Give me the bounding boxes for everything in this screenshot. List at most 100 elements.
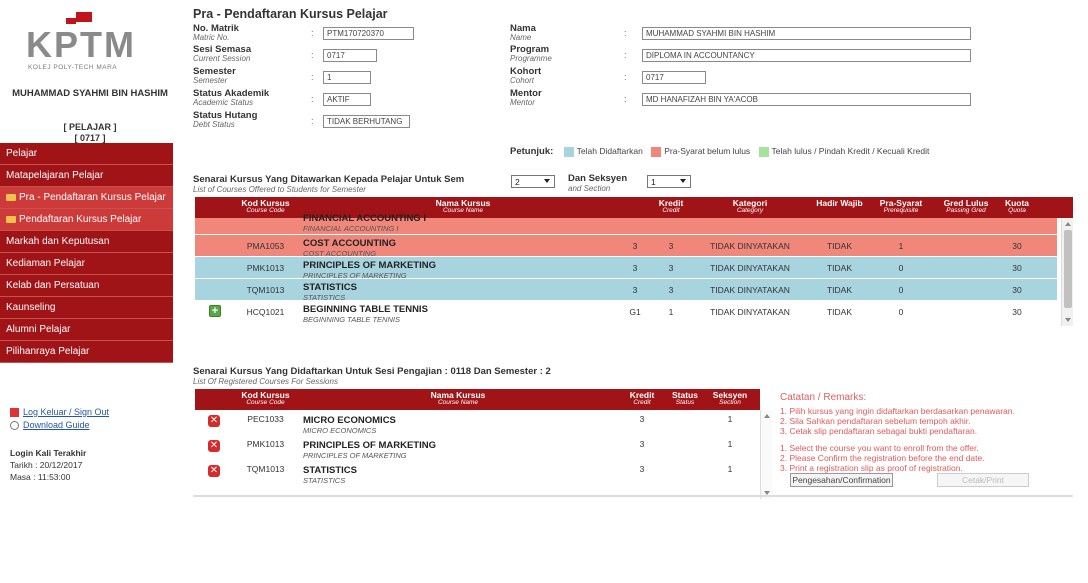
sidebar-item-markah[interactable]: Markah dan Keputusan	[0, 231, 173, 253]
table-row[interactable]: PMA1053 COST ACCOUNTING COST ACCOUNTING 3…	[195, 235, 1057, 258]
course-kuota: 30	[1012, 307, 1022, 317]
print-button[interactable]: Cetak/Print	[937, 473, 1029, 487]
course-kuota: 30	[1012, 263, 1022, 273]
section-select[interactable]: 1	[647, 175, 691, 188]
course-category: TIDAK DINYATAKAN	[710, 307, 790, 317]
last-login-date: Tarikh : 20/12/2017	[10, 459, 86, 471]
sidebar-item-pilihanraya[interactable]: Pilihanraya Pelajar	[0, 341, 173, 363]
colon: :	[311, 50, 314, 60]
course-name: STATISTICS STATISTICS	[303, 465, 358, 485]
course-credit-group: 3	[632, 285, 638, 295]
course-kuota: 30	[1012, 285, 1022, 295]
course-code: HCQ1021	[246, 307, 285, 317]
legend: Petunjuk: Telah Didaftarkan Pra-Syarat b…	[510, 146, 929, 157]
scroll-down-icon[interactable]	[1065, 318, 1071, 322]
course-credit: 3	[668, 263, 674, 273]
status-akademik-label: Status Akademik Academic Status	[193, 88, 270, 107]
course-credit: 3	[639, 414, 645, 424]
colon: :	[311, 28, 314, 38]
col-section: Seksyen Section	[712, 390, 748, 406]
download-guide-link[interactable]: Download Guide	[10, 420, 109, 431]
status-akademik-field: AKTIF	[323, 93, 371, 106]
course-code: TQM1013	[246, 464, 285, 474]
course-prereq: 0	[898, 285, 904, 295]
course-category: TIDAK DINYATAKAN	[710, 285, 790, 295]
course-credit: 3	[639, 464, 645, 474]
remarks-title: Catatan / Remarks:	[780, 392, 867, 403]
course-name: FINANCIAL ACCOUNTING I FINANCIAL ACCOUNTI…	[303, 213, 426, 233]
table-row[interactable]: TQM1013 STATISTICS STATISTICS 3 3 TIDAK D…	[195, 279, 1057, 302]
sidebar-item-kelab[interactable]: Kelab dan Persatuan	[0, 275, 173, 297]
course-credit-group: 3	[632, 241, 638, 251]
delete-course-icon[interactable]: ✕	[208, 440, 220, 452]
confirm-button[interactable]: Pengesahan/Confirmation	[790, 473, 893, 487]
col-code: Kod Kursus Course Code	[241, 390, 290, 406]
course-section: 1	[727, 464, 733, 474]
sidebar-item-matapelajaran[interactable]: Matapelajaran Pelajar	[0, 165, 173, 187]
student-id: [ 0717 ]	[74, 133, 106, 143]
legend-title: Petunjuk:	[510, 146, 554, 157]
registered-scrollbar[interactable]	[760, 410, 772, 499]
sidebar-item-kaunseling[interactable]: Kaunseling	[0, 297, 173, 319]
logout-icon	[10, 408, 19, 418]
mentor-label: Mentor Mentor	[510, 88, 542, 107]
course-name: MICRO ECONOMICS MICRO ECONOMICS	[303, 415, 396, 435]
course-category: TIDAK DINYATAKAN	[710, 241, 790, 251]
remark-ms-1: 1. Pilih kursus yang ingin didaftarkan b…	[780, 406, 1015, 416]
student-name: MUHAMMAD SYAHMI BIN HASHIM	[12, 88, 168, 99]
last-login: Login Kali Terakhir Tarikh : 20/12/2017 …	[10, 447, 86, 483]
col-gred: Gred Lulus Passing Gred	[943, 198, 989, 214]
logout-link[interactable]: Log Keluar / Sign Out	[10, 407, 110, 418]
scroll-up-icon[interactable]	[764, 414, 770, 418]
course-name: STATISTICS STATISTICS	[303, 282, 358, 302]
sidebar-item-alumni[interactable]: Alumni Pelajar	[0, 319, 173, 341]
semester-select-value: 2	[515, 177, 520, 187]
sesi-label: Sesi Semasa Current Session	[193, 44, 252, 63]
sidebar-item-pendaftaran[interactable]: Pendaftaran Kursus Pelajar	[0, 209, 173, 231]
table-row[interactable]: PMK1013 PRINCIPLES OF MARKETING PRINCIPLE…	[195, 257, 1057, 280]
course-credit-group: 3	[632, 263, 638, 273]
add-course-icon[interactable]: +	[209, 305, 221, 317]
semester-select[interactable]: 2	[511, 175, 555, 188]
remark-en-1: 1. Select the course you want to enroll …	[780, 443, 979, 453]
course-category: TIDAK DINYATAKAN	[710, 263, 790, 273]
sidebar-item-kediaman[interactable]: Kediaman Pelajar	[0, 253, 173, 275]
colon: :	[624, 72, 627, 82]
course-credit: 1	[668, 307, 674, 317]
legend-prereq: Pra-Syarat belum lulus	[664, 146, 751, 156]
date-value: : 20/12/2017	[35, 460, 83, 470]
scroll-up-icon[interactable]	[1065, 222, 1071, 226]
remark-en-3: 3. Print a registration slip as proof of…	[780, 463, 963, 473]
offered-scrollbar[interactable]	[1061, 218, 1073, 326]
offered-title: Senarai Kursus Yang Ditawarkan Kepada Pe…	[193, 174, 465, 195]
course-code: PMA1053	[246, 241, 285, 251]
nama-field: MUHAMMAD SYAHMI BIN HASHIM	[642, 27, 971, 40]
course-code: PMK1013	[246, 439, 285, 449]
semester-field: 1	[323, 71, 371, 84]
sesi-field: 0717	[323, 49, 377, 62]
divider	[193, 495, 1073, 497]
course-credit-group: G1	[629, 307, 641, 317]
legend-swatch-registered	[563, 146, 574, 157]
delete-course-icon[interactable]: ✕	[208, 415, 220, 427]
sidebar-item-pra-pendaftaran[interactable]: Pra - Pendaftaran Kursus Pelajar	[0, 187, 173, 209]
table-row[interactable]: + HCQ1021 BEGINNING TABLE TENNIS BEGINNIN…	[195, 301, 1057, 324]
download-guide-label: Download Guide	[23, 420, 90, 431]
side-links: Log Keluar / Sign Out Download Guide	[10, 407, 109, 433]
sidebar-item-label: Pendaftaran Kursus Pelajar	[19, 214, 142, 225]
col-kuota: Kuota Quota	[1004, 198, 1030, 214]
date-label: Tarikh	[10, 460, 33, 470]
scroll-thumb[interactable]	[1064, 230, 1072, 308]
col-credit: Kredit Credit	[629, 390, 655, 406]
sidebar-item-pelajar[interactable]: Pelajar	[0, 143, 173, 165]
section-label: Dan Seksyen and Section	[568, 173, 628, 194]
table-row: ✕ TQM1013 STATISTICS STATISTICS 3 1	[195, 462, 760, 485]
program-label: Program Programme	[510, 44, 552, 63]
logout-label: Log Keluar / Sign Out	[23, 407, 110, 417]
col-prereq: Pra-Syarat Prerequisite	[879, 198, 923, 214]
table-row[interactable]: FINANCIAL ACCOUNTING I FINANCIAL ACCOUNTI…	[195, 213, 1057, 234]
delete-course-icon[interactable]: ✕	[208, 465, 220, 477]
course-code: PMK1013	[246, 263, 285, 273]
logo-flag-shape	[76, 12, 92, 22]
course-hadir: TIDAK	[826, 263, 853, 273]
